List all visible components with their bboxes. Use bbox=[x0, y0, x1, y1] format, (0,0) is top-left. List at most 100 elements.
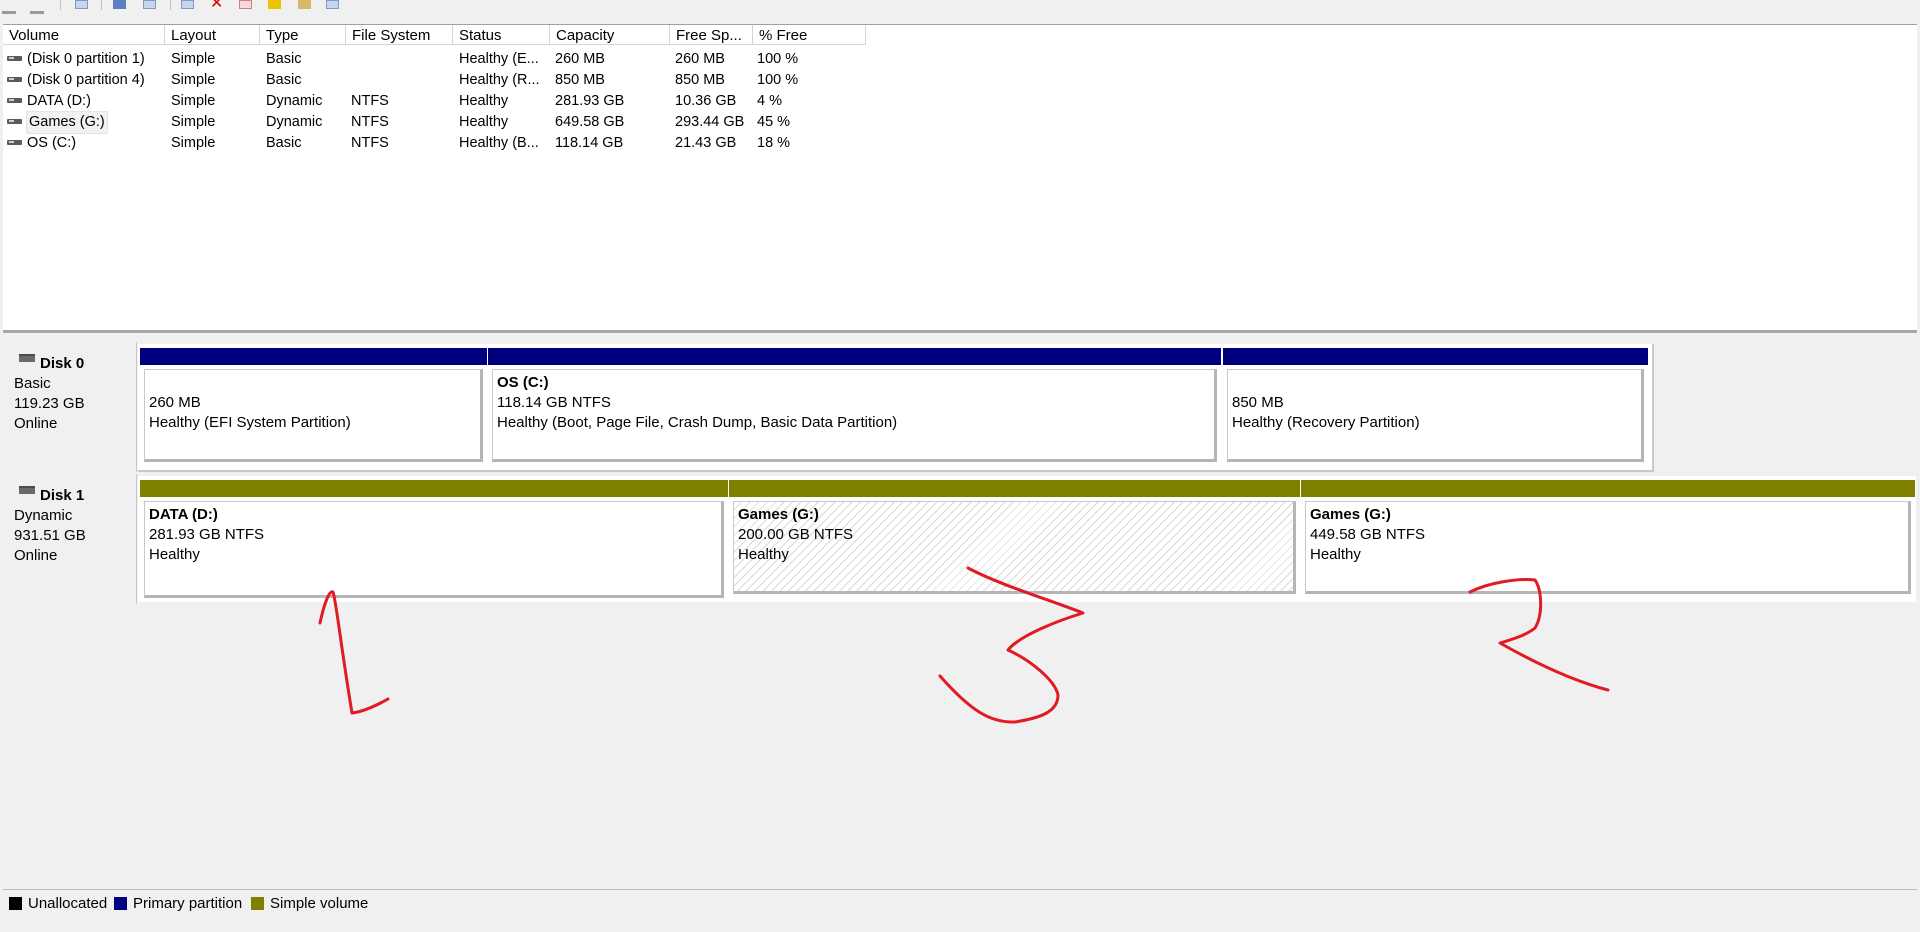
volume-percent-free: 100 % bbox=[757, 51, 799, 67]
volume-capacity: 649.58 GB bbox=[555, 114, 625, 130]
volume-name: (Disk 0 partition 4) bbox=[27, 72, 145, 88]
back-arrow-icon[interactable] bbox=[2, 2, 16, 14]
partition-os-c[interactable]: OS (C:) 118.14 GB NTFS Healthy (Boot, Pa… bbox=[488, 348, 1221, 466]
volume-percent-free: 100 % bbox=[757, 72, 799, 88]
column-header-status[interactable]: Status bbox=[453, 25, 550, 45]
connect-icon[interactable] bbox=[181, 0, 194, 9]
volume-status: Healthy bbox=[459, 114, 509, 130]
volume-status: Healthy (R... bbox=[459, 72, 540, 88]
partition-size: 118.14 GB NTFS bbox=[497, 394, 611, 411]
volume-capacity: 260 MB bbox=[555, 51, 605, 67]
partition-size: 260 MB bbox=[149, 394, 201, 411]
volume-icon bbox=[7, 56, 22, 61]
column-header-layout[interactable]: Layout bbox=[165, 25, 260, 45]
partition-size: 449.58 GB NTFS bbox=[1310, 526, 1426, 543]
partition-title: OS (C:) bbox=[497, 374, 549, 391]
partition-status: Healthy (EFI System Partition) bbox=[149, 414, 351, 431]
disk-icon bbox=[19, 354, 35, 362]
toolbar: ✕ bbox=[0, 0, 1920, 14]
volume-name: OS (C:) bbox=[27, 135, 77, 151]
volume-free-space: 10.36 GB bbox=[675, 93, 737, 109]
volume-layout: Simple bbox=[171, 51, 216, 67]
volume-type: Dynamic bbox=[266, 93, 323, 109]
volume-type: Basic bbox=[266, 51, 302, 67]
up-folder-icon[interactable] bbox=[268, 0, 281, 9]
view-icon[interactable] bbox=[326, 0, 339, 9]
table-row[interactable]: Games (G:) Simple Dynamic NTFS Healthy 6… bbox=[3, 111, 903, 134]
pane-splitter[interactable] bbox=[3, 330, 1917, 333]
forward-arrow-icon[interactable] bbox=[30, 2, 44, 14]
properties-icon[interactable] bbox=[113, 0, 126, 9]
table-row[interactable]: OS (C:) Simple Basic NTFS Healthy (B... … bbox=[3, 133, 903, 154]
volume-name: DATA (D:) bbox=[27, 93, 91, 109]
partition-size: 281.93 GB NTFS bbox=[149, 526, 265, 543]
disk-1-size: 931.51 GB bbox=[14, 527, 86, 544]
disk-0-type: Basic bbox=[14, 375, 51, 392]
column-header-volume[interactable]: Volume bbox=[3, 25, 165, 45]
partition-games-g-1[interactable]: Games (G:) 200.00 GB NTFS Healthy bbox=[729, 480, 1300, 598]
volume-fs: NTFS bbox=[351, 93, 389, 109]
disk-list-icon[interactable] bbox=[75, 0, 88, 9]
disk-1-name: Disk 1 bbox=[14, 486, 136, 506]
disk-0-state: Online bbox=[14, 415, 58, 432]
volume-percent-free: 45 % bbox=[757, 114, 791, 130]
partition-color-bar bbox=[140, 480, 728, 497]
partition-color-bar bbox=[140, 348, 487, 365]
help-icon[interactable] bbox=[143, 0, 156, 9]
toolbar-separator bbox=[60, 0, 61, 10]
volume-free-space: 293.44 GB bbox=[675, 114, 745, 130]
list-header: Volume Layout Type File System Status Ca… bbox=[3, 25, 1917, 46]
volume-icon bbox=[7, 98, 22, 103]
volume-capacity: 118.14 GB bbox=[555, 135, 624, 151]
volume-capacity: 281.93 GB bbox=[555, 93, 625, 109]
volume-percent-free: 18 % bbox=[757, 135, 791, 151]
volume-status: Healthy (B... bbox=[459, 135, 539, 151]
volume-list[interactable]: Volume Layout Type File System Status Ca… bbox=[3, 24, 1917, 331]
open-folder-icon[interactable] bbox=[298, 0, 311, 9]
legend-swatch bbox=[114, 897, 127, 910]
partition-details: Games (G:) 200.00 GB NTFS Healthy bbox=[733, 501, 1296, 594]
table-row[interactable]: (Disk 0 partition 4) Simple Basic Health… bbox=[3, 70, 903, 91]
partition-details: 260 MB Healthy (EFI System Partition) bbox=[144, 369, 483, 462]
column-header-type[interactable]: Type bbox=[260, 25, 346, 45]
volume-free-space: 850 MB bbox=[675, 72, 725, 88]
legend-unallocated: Unallocated bbox=[9, 895, 107, 912]
table-row[interactable]: (Disk 0 partition 1) Simple Basic Health… bbox=[3, 49, 903, 70]
disk-1-map: DATA (D:) 281.93 GB NTFS Healthy Games (… bbox=[138, 476, 1916, 602]
disk-1-type: Dynamic bbox=[14, 507, 73, 524]
volume-fs: NTFS bbox=[351, 135, 389, 151]
legend-label: Unallocated bbox=[28, 895, 108, 912]
partition-status: Healthy bbox=[1310, 546, 1361, 563]
volume-free-space: 21.43 GB bbox=[675, 135, 737, 151]
partition-games-g-2[interactable]: Games (G:) 449.58 GB NTFS Healthy bbox=[1301, 480, 1915, 598]
column-header-capacity[interactable]: Capacity bbox=[550, 25, 670, 45]
disk-1-state: Online bbox=[14, 547, 58, 564]
partition-details: Games (G:) 449.58 GB NTFS Healthy bbox=[1305, 501, 1911, 594]
delete-icon[interactable]: ✕ bbox=[210, 0, 223, 12]
volume-status: Healthy bbox=[459, 93, 509, 109]
partition-data-d[interactable]: DATA (D:) 281.93 GB NTFS Healthy bbox=[140, 480, 728, 602]
disk-1-label[interactable]: Disk 1 Dynamic 931.51 GB Online bbox=[3, 474, 137, 604]
volume-layout: Simple bbox=[171, 93, 216, 109]
legend-primary-partition: Primary partition bbox=[114, 895, 242, 912]
volume-capacity: 850 MB bbox=[555, 72, 605, 88]
disk-0-map: 260 MB Healthy (EFI System Partition) OS… bbox=[138, 344, 1654, 472]
table-row[interactable]: DATA (D:) Simple Dynamic NTFS Healthy 28… bbox=[3, 91, 903, 112]
partition-efi[interactable]: 260 MB Healthy (EFI System Partition) bbox=[140, 348, 487, 466]
legend-label: Primary partition bbox=[133, 895, 243, 912]
volume-status: Healthy (E... bbox=[459, 51, 539, 67]
column-header-percent-free[interactable]: % Free bbox=[753, 25, 866, 45]
partition-color-bar bbox=[1223, 348, 1648, 365]
column-header-free-space[interactable]: Free Sp... bbox=[670, 25, 753, 45]
check-icon[interactable] bbox=[239, 0, 252, 9]
disk-0-name: Disk 0 bbox=[14, 354, 136, 374]
disk-0-label[interactable]: Disk 0 Basic 119.23 GB Online bbox=[3, 342, 137, 472]
partition-status: Healthy bbox=[738, 546, 789, 563]
partition-color-bar bbox=[488, 348, 1221, 365]
legend: Unallocated Primary partition Simple vol… bbox=[3, 889, 1917, 915]
partition-title: DATA (D:) bbox=[149, 506, 218, 523]
partition-recovery[interactable]: 850 MB Healthy (Recovery Partition) bbox=[1223, 348, 1648, 466]
disk-icon bbox=[19, 486, 35, 494]
partition-title: Games (G:) bbox=[738, 506, 819, 523]
column-header-file-system[interactable]: File System bbox=[346, 25, 453, 45]
